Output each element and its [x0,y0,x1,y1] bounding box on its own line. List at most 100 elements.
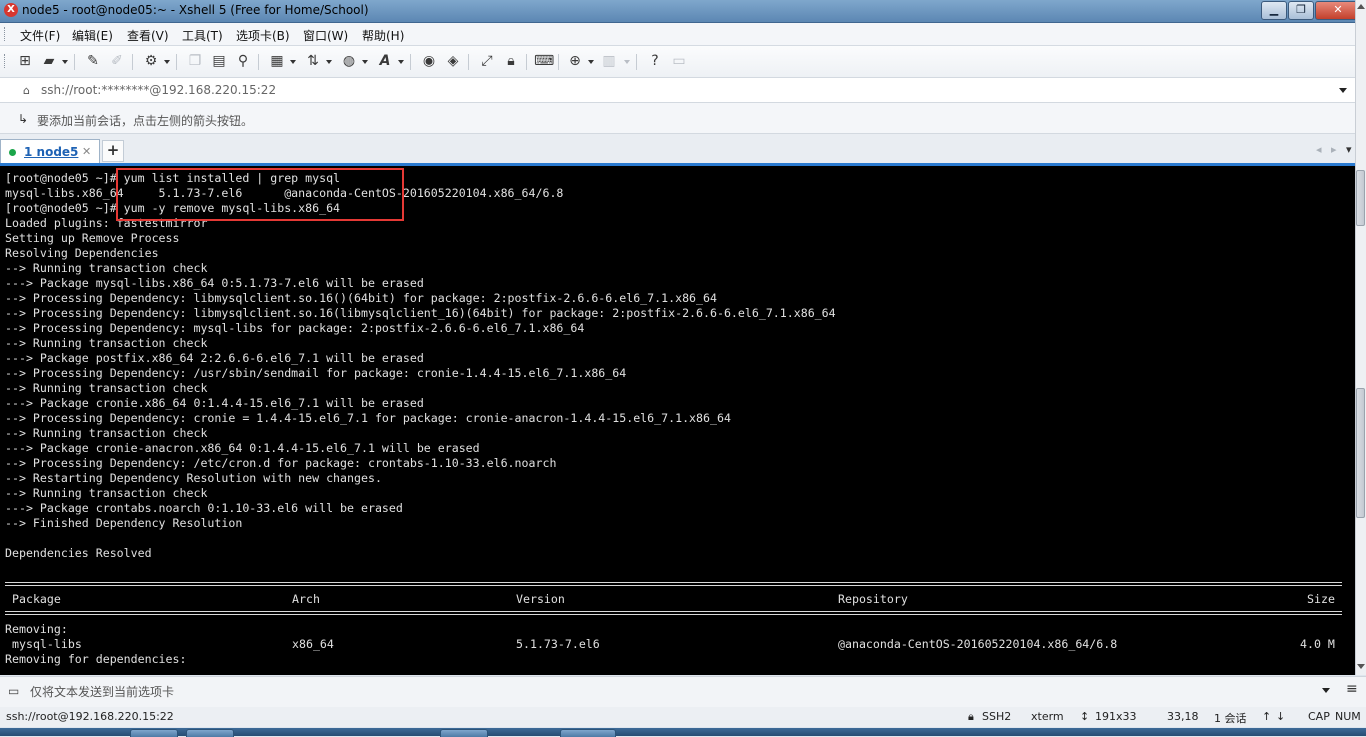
terminal-line: ---> Package cronie-anacron.x86_64 0:1.4… [5,441,480,455]
session-address[interactable]: ssh://root:********@192.168.220.15:22 [41,83,276,97]
find-icon[interactable]: ⚲ [234,53,252,70]
status-size-icon: ↕ [1080,710,1090,723]
status-cursor: 33,18 [1167,710,1199,723]
print-dropdown-icon[interactable] [290,60,296,64]
help-icon[interactable]: ? [646,53,664,70]
status-size: 191x33 [1095,710,1137,723]
terminal-line: --> Running transaction check [5,426,208,440]
section-dependencies: Removing for dependencies: [5,652,187,666]
toolbar-grip-icon [4,54,8,68]
menu-window[interactable]: 窗口(W) [303,27,348,44]
table-rule-bottom [5,611,1342,615]
menu-tabs[interactable]: 选项卡(B) [236,27,290,44]
terminal-line: --> Processing Dependency: /etc/cron.d f… [5,456,557,470]
terminal-scroll-thumb[interactable] [1356,388,1365,518]
tab-next-icon[interactable]: ▸ [1331,143,1337,156]
tab-label[interactable]: 1 node5 [24,145,78,159]
toolbar-separator [74,54,75,70]
terminal-line: --> Processing Dependency: libmysqlclien… [5,291,717,305]
status-connection: ssh://root@192.168.220.15:22 [6,710,174,723]
compose-bar[interactable] [0,676,1366,708]
terminal-line: --> Restarting Dependency Resolution wit… [5,471,382,485]
row-package: mysql-libs [12,637,82,651]
menu-help[interactable]: 帮助(H) [362,27,404,44]
add-tab-button[interactable]: + [102,140,124,162]
compose-menu-icon[interactable]: ≡ [1346,681,1358,697]
print-icon[interactable]: ▦ [268,53,286,70]
reconnect-icon[interactable]: ✎ [84,53,102,70]
xshell-app-icon[interactable]: X [4,3,18,17]
terminal-line: --> Finished Dependency Resolution [5,516,243,530]
compose-input[interactable]: 仅将文本发送到当前选项卡 [30,683,174,700]
menu-grip-icon [4,27,8,41]
row-version: 5.1.73-7.el6 [516,637,600,651]
scroll-up-icon[interactable] [1357,4,1365,9]
menu-file[interactable]: 文件(F) [20,27,60,44]
transfer-icon[interactable]: ⇅ [304,53,322,70]
keyboard-icon[interactable]: ⌨ [534,53,554,70]
toolbar-separator [468,54,469,70]
terminal-line: --> Running transaction check [5,336,208,350]
terminal-line: --> Running transaction check [5,261,208,275]
status-num: NUM [1335,710,1361,723]
status-caps: CAP [1308,710,1330,723]
properties-dropdown-icon[interactable] [164,60,170,64]
menu-view[interactable]: 查看(V) [127,27,169,44]
terminal-line: ---> Package cronie.x86_64 0:1.4.4-15.el… [5,396,424,410]
layout-dropdown-icon[interactable] [624,60,630,64]
status-sessions: 1 会话 [1214,712,1247,725]
minimize-button[interactable]: ▁ [1261,1,1287,20]
toolbar-separator [258,54,259,70]
col-version-header: Version [516,592,565,606]
tab-close-icon[interactable]: ✕ [82,145,91,158]
paste-icon[interactable]: ▤ [210,53,228,70]
disconnect-icon[interactable]: ✐ [108,53,126,70]
compose-icon: ▭ [8,684,20,698]
vertical-scrollbar[interactable] [1355,0,1366,675]
layout-icon[interactable]: ▥ [600,53,618,70]
add-tab-icon[interactable]: ⊕ [566,53,584,70]
fullscreen-icon[interactable]: ⤢ [478,53,496,70]
maximize-button[interactable]: ❐ [1288,1,1314,20]
font-dropdown-icon[interactable] [398,60,404,64]
hint-text: 要添加当前会话，点击左侧的箭头按钮。 [37,114,254,128]
window-title: node5 - root@node05:~ - Xshell 5 (Free f… [22,3,369,17]
xmanager-icon[interactable]: ◈ [444,53,462,70]
transfer-dropdown-icon[interactable] [326,60,332,64]
col-package-header: Package [12,592,61,606]
col-size-header: Size [1307,592,1335,606]
font-icon[interactable]: A [376,53,394,70]
status-up-icon: ↑ [1262,710,1272,723]
status-protocol: SSH2 [982,710,1012,723]
arrow-link-icon[interactable]: ↳ [18,112,28,126]
globe-dropdown-icon[interactable] [362,60,368,64]
properties-icon[interactable]: ⚙ [142,53,160,70]
table-rule-top [5,582,1342,586]
tab-prev-icon[interactable]: ◂ [1316,143,1322,156]
tab-bar [0,134,1355,164]
new-session-icon[interactable]: ⊞ [16,53,34,70]
row-repository: @anaconda-CentOS-201605220104.x86_64/6.8 [838,637,1118,651]
toolbar-scroll-thumb[interactable] [1356,170,1365,226]
terminal-line: --> Processing Dependency: cronie = 1.4.… [5,411,731,425]
globe-icon[interactable]: ◍ [340,53,358,70]
address-dropdown-icon[interactable] [1339,88,1347,93]
menu-edit[interactable]: 编辑(E) [72,27,113,44]
xftp-icon[interactable]: ◉ [420,53,438,70]
toolbar-separator [526,54,527,70]
terminal-line: Setting up Remove Process [5,231,180,245]
toolbar-separator [636,54,637,70]
status-terminal-type: xterm [1031,710,1064,723]
terminal-line: --> Running transaction check [5,381,208,395]
lock-icon[interactable]: 🔒︎ [502,53,520,70]
compose-dropdown-icon[interactable] [1322,688,1330,693]
chat-icon[interactable]: ▭ [670,53,688,70]
col-arch-header: Arch [292,592,320,606]
add-tab-dropdown-icon[interactable] [588,60,594,64]
tab-list-icon[interactable]: ▾ [1346,143,1352,156]
copy-icon[interactable]: ❐ [186,53,204,70]
menu-tools[interactable]: 工具(T) [182,27,223,44]
open-dropdown-icon[interactable] [62,60,68,64]
open-folder-icon[interactable]: ▰ [40,53,58,70]
scroll-down-icon[interactable] [1357,664,1365,669]
